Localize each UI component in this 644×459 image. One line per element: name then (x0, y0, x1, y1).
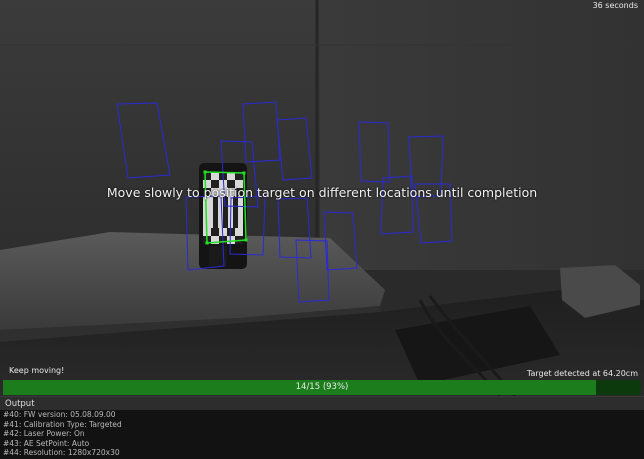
cubicle-wall-left (0, 0, 320, 260)
countdown-timer: 36 seconds (592, 1, 638, 10)
calibration-progress-bar: 14/15 (93%) (3, 380, 641, 395)
progress-label: 14/15 (93%) (295, 382, 349, 392)
output-panel-header: Output (0, 396, 644, 411)
log-line: #43: AE SetPoint: Auto (3, 438, 90, 448)
log-line: #42: Laser Power: On (3, 429, 85, 438)
log-line: #41: Calibration Type: Targeted (3, 419, 122, 429)
log-line: #40: FW version: 05.08.09.00 (3, 410, 116, 419)
output-log[interactable]: #40: FW version: 05.08.09.00 #41: Calibr… (0, 410, 644, 459)
camera-feed: 36 seconds Move slowly to position targe… (0, 0, 644, 396)
output-title: Output (5, 399, 35, 409)
instruction-text: Move slowly to position target on differ… (106, 185, 538, 200)
cubicle-wall-right (320, 0, 644, 270)
status-message: Keep moving! (9, 366, 65, 375)
target-distance-readout: Target detected at 64.20cm (526, 369, 638, 378)
log-line: #44: Resolution: 1280x720x30 (3, 448, 120, 457)
